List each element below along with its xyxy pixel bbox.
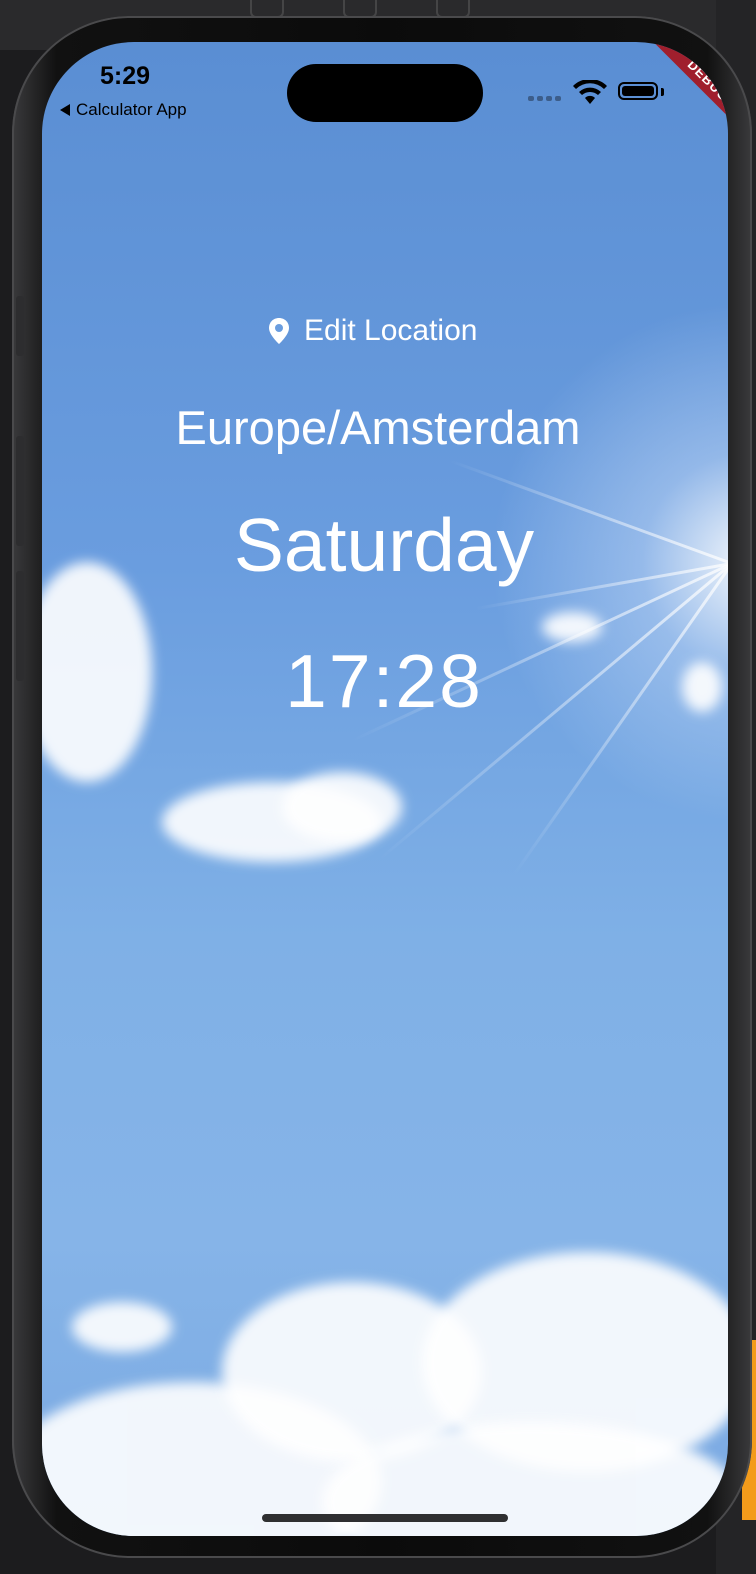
- day-name: Saturday: [233, 503, 535, 587]
- status-bar-time: 5:29: [100, 62, 151, 90]
- cloud: [72, 1302, 172, 1352]
- edit-location-button[interactable]: Edit Location: [268, 314, 477, 348]
- dynamic-island: [287, 64, 483, 122]
- wifi-icon: [573, 80, 607, 104]
- battery-tip: [661, 88, 664, 96]
- location-pin-icon: [269, 318, 289, 344]
- edit-location-label: Edit Location: [304, 314, 478, 347]
- location-name: Europe/Amsterdam: [175, 401, 581, 454]
- back-arrow-icon: [60, 104, 70, 116]
- local-time: 17:28: [285, 639, 483, 723]
- battery-icon: [618, 82, 658, 100]
- back-app-label: Calculator App: [76, 100, 187, 119]
- back-to-app-link[interactable]: Calculator App: [60, 100, 187, 120]
- app-screen: [42, 42, 728, 1536]
- cloud: [282, 772, 402, 842]
- cellular-signal-icon: [528, 96, 561, 101]
- battery-fill: [622, 86, 654, 96]
- home-indicator[interactable]: [262, 1514, 508, 1522]
- mute-switch: [16, 296, 24, 356]
